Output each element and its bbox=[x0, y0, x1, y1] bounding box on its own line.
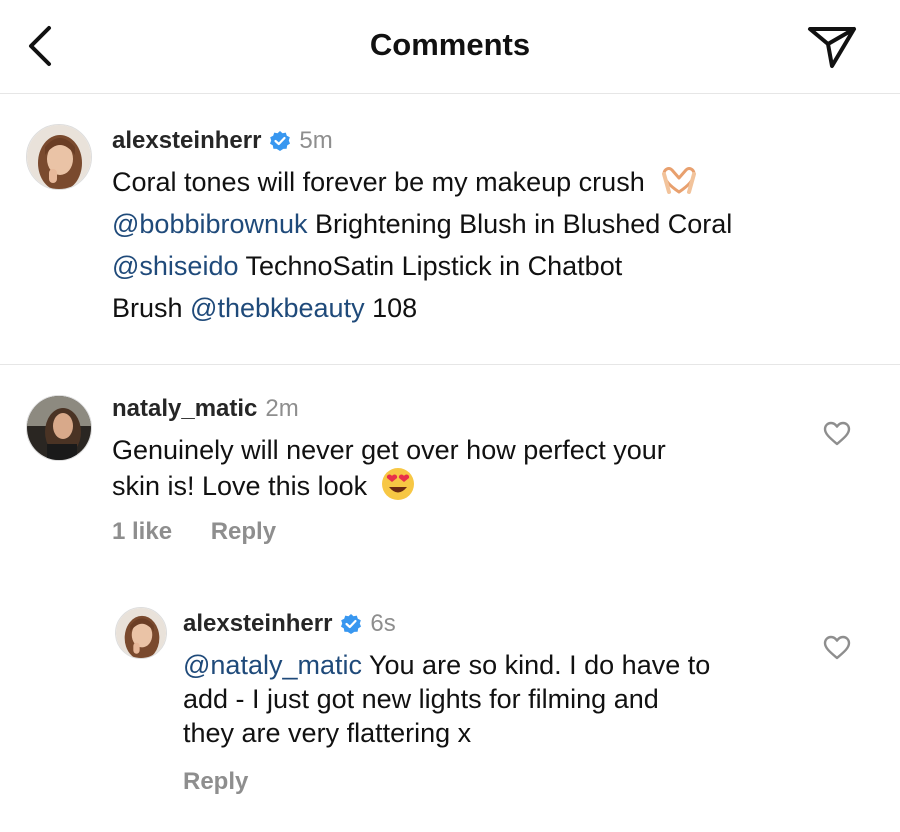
comments-screen: Comments alexsteinherr 5m Coral tones wi… bbox=[0, 0, 900, 832]
comment-line: skin is! Love this look bbox=[112, 467, 666, 509]
comment-line: Genuinely will never get over how perfec… bbox=[112, 435, 666, 465]
caption-line-text: Brightening Blush in Blushed Coral bbox=[307, 209, 733, 239]
caption-line: @shiseido TechnoSatin Lipstick in Chatbo… bbox=[112, 249, 732, 291]
avatar[interactable] bbox=[115, 607, 167, 659]
reply-item: alexsteinherr 6s @nataly_matic You are s… bbox=[0, 580, 900, 820]
comment-line-text: skin is! Love this look bbox=[112, 471, 368, 502]
reply-line: add - I just got new lights for filming … bbox=[183, 684, 659, 714]
profile-photo bbox=[27, 125, 91, 189]
timestamp: 6s bbox=[370, 610, 396, 637]
caption-line-text: Brush bbox=[112, 293, 191, 323]
heart-outline-icon bbox=[823, 635, 851, 660]
verified-badge-icon bbox=[340, 613, 362, 635]
mention-link[interactable]: @bobbibrownuk bbox=[112, 209, 308, 239]
verified-badge-icon bbox=[269, 130, 291, 152]
comment-meta: nataly_matic 2m bbox=[112, 395, 299, 423]
caption: alexsteinherr 5m Coral tones will foreve… bbox=[0, 94, 900, 364]
caption-text: Coral tones will forever be my makeup cr… bbox=[112, 165, 732, 333]
caption-line: Coral tones will forever be my makeup cr… bbox=[112, 165, 732, 207]
mention-link[interactable]: @shiseido bbox=[112, 251, 238, 281]
caption-line-text: TechnoSatin Lipstick in Chatbot bbox=[238, 251, 623, 281]
reply-line: @nataly_matic You are so kind. I do have… bbox=[183, 648, 710, 682]
caption-meta: alexsteinherr 5m bbox=[112, 127, 333, 155]
reply-actions: Reply bbox=[183, 768, 248, 796]
heart-eyes-emoji-icon bbox=[381, 467, 415, 509]
reply-text: @nataly_matic You are so kind. I do have… bbox=[183, 648, 710, 750]
share-button[interactable] bbox=[806, 24, 858, 70]
caption-line-text: 108 bbox=[364, 293, 418, 323]
username[interactable]: alexsteinherr bbox=[183, 610, 332, 638]
mention-link[interactable]: @thebkbeauty bbox=[190, 293, 365, 323]
username[interactable]: alexsteinherr bbox=[112, 127, 261, 155]
reply-line: they are very flattering x bbox=[183, 718, 472, 748]
paper-plane-icon bbox=[808, 27, 856, 68]
username[interactable]: nataly_matic bbox=[112, 395, 257, 423]
reply-button[interactable]: Reply bbox=[183, 768, 248, 795]
comment-actions: 1 like Reply bbox=[112, 518, 276, 546]
caption-line-text: Coral tones will forever be my makeup cr… bbox=[112, 167, 645, 197]
avatar[interactable] bbox=[26, 395, 92, 461]
reply-button[interactable]: Reply bbox=[211, 518, 276, 545]
mention-link[interactable]: @nataly_matic bbox=[183, 650, 362, 680]
caption-line: Brush @thebkbeauty 108 bbox=[112, 291, 732, 333]
timestamp: 5m bbox=[299, 127, 333, 154]
like-button[interactable] bbox=[823, 421, 851, 447]
heart-outline-icon bbox=[823, 421, 851, 446]
avatar[interactable] bbox=[26, 124, 92, 190]
likes-count[interactable]: 1 like bbox=[112, 518, 172, 545]
profile-photo bbox=[27, 396, 91, 460]
comment-item: nataly_matic 2m Genuinely will never get… bbox=[0, 365, 900, 565]
comment-text: Genuinely will never get over how perfec… bbox=[112, 433, 666, 509]
timestamp: 2m bbox=[265, 395, 299, 422]
reply-line-text: You are so kind. I do have to bbox=[361, 650, 711, 680]
profile-photo bbox=[116, 608, 166, 658]
header-bar: Comments bbox=[0, 0, 900, 94]
reply-meta: alexsteinherr 6s bbox=[183, 610, 396, 638]
caption-line: @bobbibrownuk Brightening Blush in Blush… bbox=[112, 207, 732, 249]
page-title: Comments bbox=[369, 27, 531, 62]
heart-hands-emoji-icon bbox=[660, 166, 698, 202]
like-button[interactable] bbox=[823, 635, 851, 661]
